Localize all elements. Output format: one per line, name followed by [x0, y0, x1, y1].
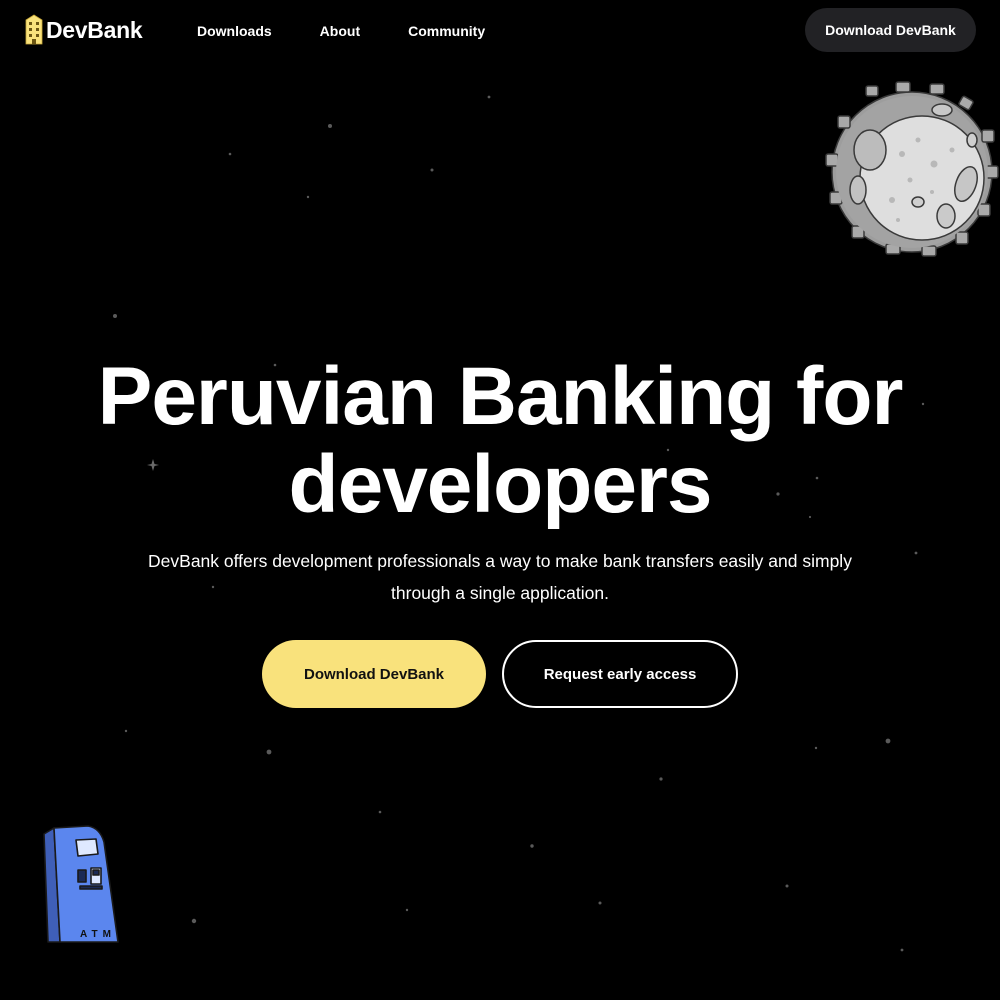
- landing-page: DevBank Downloads About Community Downlo…: [0, 0, 1000, 1000]
- request-early-access-button[interactable]: Request early access: [502, 640, 738, 708]
- site-header: DevBank Downloads About Community Downlo…: [0, 0, 1000, 62]
- hero-title: Peruvian Banking for developers: [0, 353, 1000, 529]
- nav-item-community[interactable]: Community: [408, 22, 485, 40]
- nav-item-about[interactable]: About: [320, 22, 360, 40]
- header-download-button[interactable]: Download DevBank: [805, 8, 976, 52]
- logo-link[interactable]: DevBank: [24, 14, 143, 46]
- atm-illustration: ATM: [43, 825, 119, 943]
- download-devbank-button[interactable]: Download DevBank: [262, 640, 486, 708]
- hero-title-line1: Peruvian Banking for: [97, 351, 904, 442]
- atm-label: ATM: [80, 929, 116, 940]
- brand-name: DevBank: [46, 16, 143, 43]
- nav-item-downloads[interactable]: Downloads: [197, 22, 272, 40]
- building-icon: [25, 14, 43, 45]
- moon-illustration: [825, 81, 999, 257]
- main-nav: Downloads About Community: [197, 22, 533, 40]
- hero-title-line2: developers: [288, 439, 713, 530]
- hero-subtitle: DevBank offers development professionals…: [148, 551, 852, 603]
